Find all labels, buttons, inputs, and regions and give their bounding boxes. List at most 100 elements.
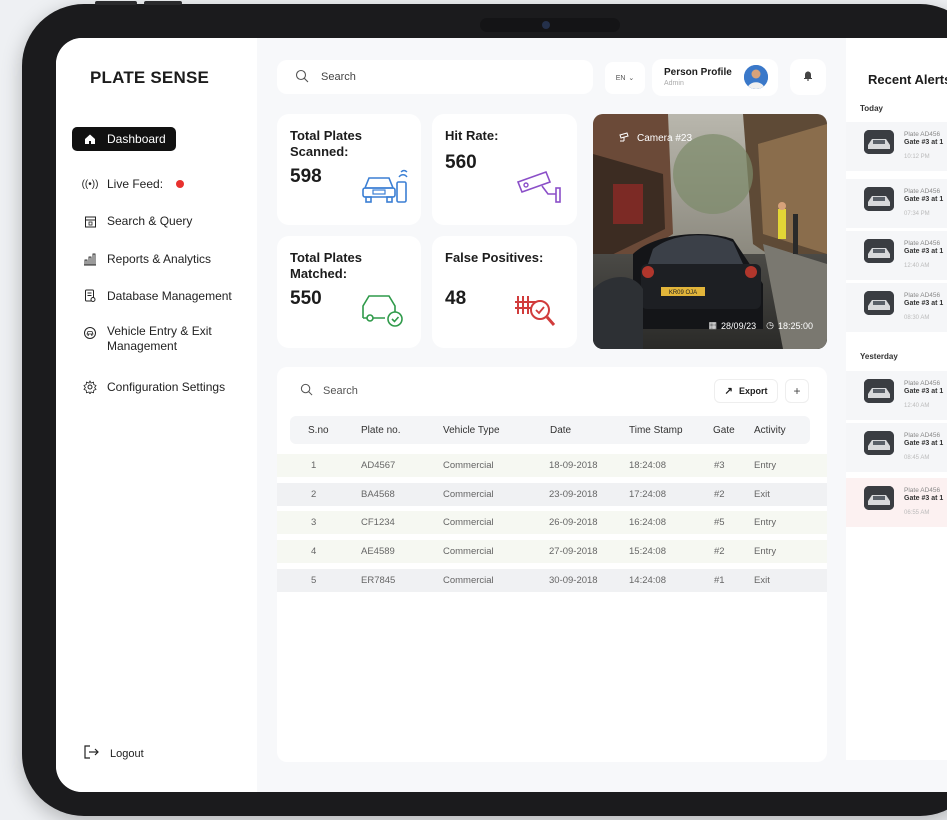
add-button[interactable]: + — [785, 379, 809, 403]
sidebar: PLATE SENSE Dashboard ((•)) Live Feed: S… — [56, 38, 257, 792]
sidebar-item-dashboard[interactable]: Dashboard — [72, 127, 176, 151]
camera-label: Camera #23 — [619, 132, 692, 145]
chart-icon — [82, 251, 98, 267]
vehicle-icon — [82, 325, 98, 341]
table-search-placeholder: Search — [323, 385, 358, 397]
cell-date: 23-09-2018 — [549, 489, 598, 500]
search-input[interactable]: Search — [277, 60, 593, 94]
logout-label: Logout — [110, 747, 144, 760]
alert-item[interactable]: Plate AD456 Gate #3 at 1 08:45 AM — [846, 423, 947, 472]
column-header[interactable]: S.no — [308, 416, 329, 444]
camera-feed-card[interactable]: KR09 OJA Camera #23 ▦ 28/09/23 ◷ 18:25:0… — [593, 114, 827, 349]
logout-button[interactable]: Logout — [84, 745, 144, 762]
table-row[interactable]: 1 AD4567 Commercial 18-09-2018 18:24:08 … — [277, 454, 827, 477]
table-row[interactable]: 3 CF1234 Commercial 26-09-2018 16:24:08 … — [277, 511, 827, 534]
camera-timestamp: ▦ 28/09/23 ◷ 18:25:00 — [709, 320, 813, 331]
table-row[interactable]: 4 AE4589 Commercial 27-09-2018 15:24:08 … — [277, 540, 827, 563]
sidebar-item-label: Database Management — [107, 289, 232, 303]
sidebar-item-search[interactable]: Search & Query — [72, 209, 202, 233]
car-thumbnail — [864, 187, 894, 211]
alert-time: 08:30 AM — [904, 315, 930, 321]
alert-plate: Plate AD456 — [904, 131, 941, 138]
language-select[interactable]: EN ⌄ — [605, 62, 645, 94]
stat-value: 48 — [445, 288, 467, 309]
stat-card-false-positives: False Positives: 48 — [432, 236, 577, 348]
table-search-input[interactable]: Search — [290, 379, 707, 403]
tablet-frame: PLATE SENSE Dashboard ((•)) Live Feed: S… — [22, 1, 947, 816]
cell-plate: AD4567 — [361, 460, 396, 471]
cell-activity: Exit — [754, 489, 770, 500]
cell-gate: #1 — [714, 575, 725, 586]
alert-item[interactable]: Plate AD456 Gate #3 at 1 10:12 PM — [846, 122, 947, 171]
stat-card-hit-rate: Hit Rate: 560 — [432, 114, 577, 225]
alert-item[interactable]: Plate AD456 Gate #3 at 1 08:30 AM — [846, 283, 947, 332]
volume-button — [95, 1, 137, 5]
car-thumbnail — [864, 291, 894, 315]
camera-feed-image: KR09 OJA — [593, 114, 827, 349]
alert-plate: Plate AD456 — [904, 380, 941, 387]
plus-icon: + — [793, 384, 801, 398]
car-thumbnail — [864, 130, 894, 154]
profile-role: Admin — [664, 80, 684, 87]
alert-item[interactable]: Plate AD456 Gate #3 at 1 12:40 AM — [846, 231, 947, 280]
table-header: S.no Plate no. Vehicle Type Date Time St… — [290, 416, 810, 444]
cctv-camera-icon — [514, 168, 562, 213]
plate-text: KR09 OJA — [669, 290, 697, 296]
stat-value: 550 — [290, 288, 322, 309]
barcode-search-icon — [514, 290, 562, 335]
column-header[interactable]: Gate — [713, 416, 735, 444]
sidebar-item-config[interactable]: Configuration Settings — [72, 375, 235, 399]
notification-button[interactable] — [790, 59, 826, 95]
stat-title: Total Plates Scanned: — [290, 128, 363, 159]
table-row[interactable]: 5 ER7845 Commercial 30-09-2018 14:24:08 … — [277, 569, 827, 592]
car-thumbnail — [864, 486, 894, 510]
alert-item[interactable]: Plate AD456 Gate #3 at 1 12:40 AM — [846, 371, 947, 420]
table-row[interactable]: 2 BA4568 Commercial 23-09-2018 17:24:08 … — [277, 483, 827, 506]
stat-title: Hit Rate: — [445, 128, 499, 143]
sidebar-item-database[interactable]: Database Management — [72, 284, 242, 308]
cell-vehicle-type: Commercial — [443, 517, 494, 528]
calendar-icon: ▦ — [708, 320, 718, 330]
cell-gate: #3 — [714, 460, 725, 471]
alert-plate: Plate AD456 — [904, 432, 941, 439]
column-header[interactable]: Date — [550, 416, 571, 444]
cell-vehicle-type: Commercial — [443, 460, 494, 471]
arrow-up-right-icon: ↗ — [724, 385, 733, 397]
alert-item[interactable]: Plate AD456 Gate #3 at 1 06:55 AM — [846, 478, 947, 527]
search-placeholder: Search — [321, 71, 356, 83]
car-thumbnail — [864, 379, 894, 403]
stat-value: 560 — [445, 152, 477, 173]
column-header[interactable]: Vehicle Type — [443, 416, 500, 444]
live-indicator — [176, 180, 185, 188]
column-header[interactable]: Time Stamp — [629, 416, 683, 444]
cell-sno: 5 — [311, 575, 317, 586]
sidebar-item-live-feed[interactable]: ((•)) Live Feed: — [72, 172, 194, 196]
alert-gate: Gate #3 at 1 — [904, 495, 944, 502]
sidebar-item-vehicle-entry[interactable]: Vehicle Entry & Exit Management — [72, 324, 222, 358]
stat-title: Total Plates Matched: — [290, 250, 363, 281]
cell-time: 17:24:08 — [629, 489, 666, 500]
alert-gate: Gate #3 at 1 — [904, 440, 944, 447]
cell-sno: 1 — [311, 460, 317, 471]
alert-time: 12:40 AM — [904, 263, 930, 269]
profile-menu[interactable]: Person Profile Admin — [652, 59, 778, 96]
cell-gate: #5 — [714, 517, 725, 528]
cctv-icon — [619, 132, 631, 145]
alerts-section-yesterday: Yesterday — [860, 352, 898, 361]
alert-item[interactable]: Plate AD456 Gate #3 at 1 07:34 PM — [846, 179, 947, 228]
export-button[interactable]: ↗ Export — [714, 379, 778, 403]
cell-activity: Exit — [754, 575, 770, 586]
sidebar-item-label: Search & Query — [107, 214, 193, 228]
alert-gate: Gate #3 at 1 — [904, 196, 944, 203]
alert-time: 06:55 AM — [904, 510, 930, 516]
cell-date: 27-09-2018 — [549, 546, 598, 557]
sidebar-item-label: Vehicle Entry & Exit — [107, 324, 212, 338]
sidebar-item-label: Dashboard — [107, 132, 166, 146]
column-header[interactable]: Activity — [754, 416, 786, 444]
column-header[interactable]: Plate no. — [361, 416, 400, 444]
cell-time: 16:24:08 — [629, 517, 666, 528]
camera-name: Camera #23 — [637, 133, 693, 144]
alert-plate: Plate AD456 — [904, 292, 941, 299]
sidebar-item-reports[interactable]: Reports & Analytics — [72, 247, 221, 271]
car-scan-icon — [361, 168, 409, 211]
